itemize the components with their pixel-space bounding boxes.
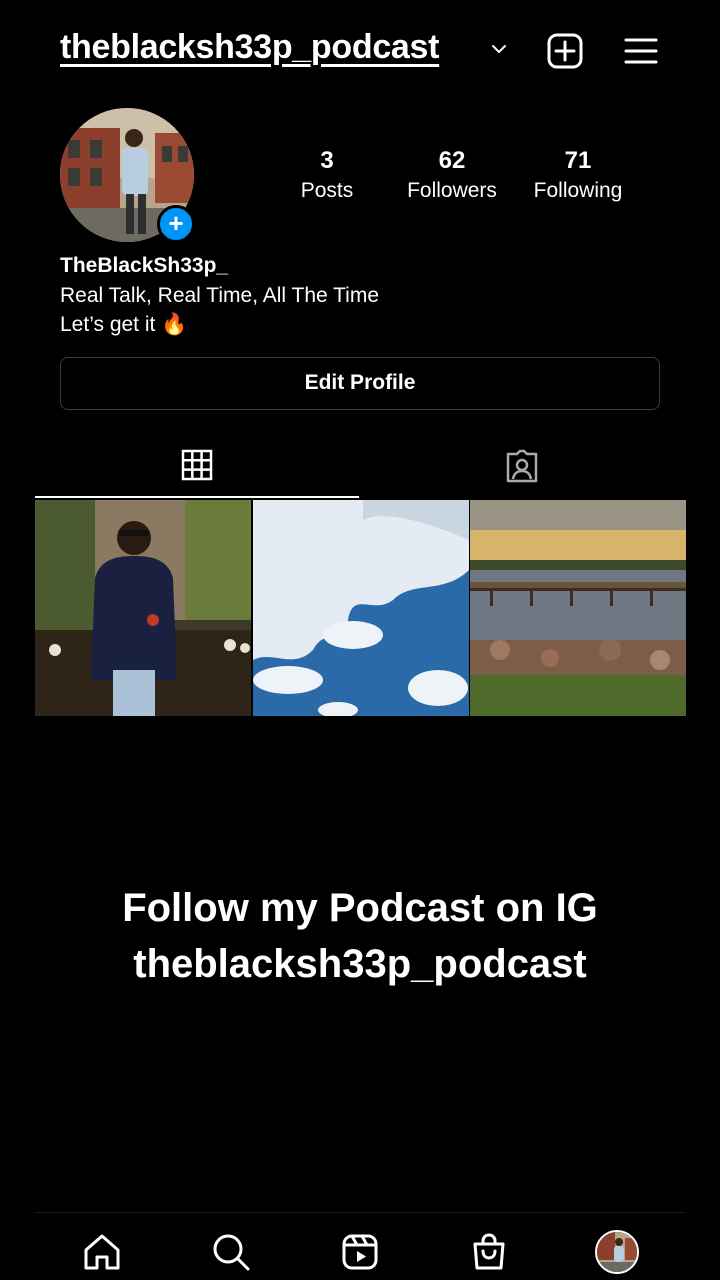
nav-divider — [35, 1212, 685, 1213]
tab-tagged[interactable] — [360, 438, 685, 498]
display-name: TheBlackSh33p_ — [60, 254, 229, 277]
stat-posts[interactable]: 3 Posts — [257, 146, 397, 206]
tagged-icon — [506, 449, 538, 483]
grid-icon — [181, 449, 213, 481]
stat-followers[interactable]: 62 Followers — [382, 146, 522, 206]
reels-icon[interactable] — [336, 1228, 384, 1276]
add-story-button[interactable]: + — [157, 205, 195, 243]
chevron-down-icon[interactable] — [490, 42, 508, 56]
avatar-photo — [597, 1232, 637, 1272]
followers-label: Followers — [407, 179, 497, 202]
post-image — [35, 500, 251, 716]
overlay-line: theblacksh33p_podcast — [133, 942, 587, 986]
post-image — [253, 500, 469, 716]
following-label: Following — [533, 179, 623, 202]
following-count: 71 — [564, 147, 592, 174]
search-icon[interactable] — [207, 1228, 255, 1276]
followers-count: 62 — [438, 147, 466, 174]
profile-nav-avatar[interactable] — [595, 1230, 639, 1274]
new-post-icon[interactable] — [547, 33, 583, 69]
posts-label: Posts — [300, 179, 354, 202]
overlay-line: Follow my Podcast on IG — [122, 886, 598, 930]
post-thumbnail[interactable] — [35, 500, 251, 716]
profile-username[interactable]: theblacksh33p_podcast — [60, 28, 439, 67]
post-thumbnail[interactable] — [470, 500, 686, 716]
post-thumbnail[interactable] — [253, 500, 469, 716]
shop-icon[interactable] — [465, 1228, 513, 1276]
active-tab-indicator — [35, 496, 359, 498]
post-image — [470, 500, 686, 716]
menu-icon[interactable] — [624, 36, 658, 66]
overlay-caption: Follow my Podcast on IG theblacksh33p_po… — [0, 880, 720, 992]
tab-grid[interactable] — [35, 438, 359, 498]
posts-count: 3 — [320, 147, 334, 174]
bio-line: Let’s get it 🔥 — [60, 313, 188, 336]
stat-following[interactable]: 71 Following — [508, 146, 648, 206]
edit-profile-button[interactable]: Edit Profile — [60, 357, 660, 410]
bio-line: Real Talk, Real Time, All The Time — [60, 284, 380, 307]
home-icon[interactable] — [78, 1228, 126, 1276]
